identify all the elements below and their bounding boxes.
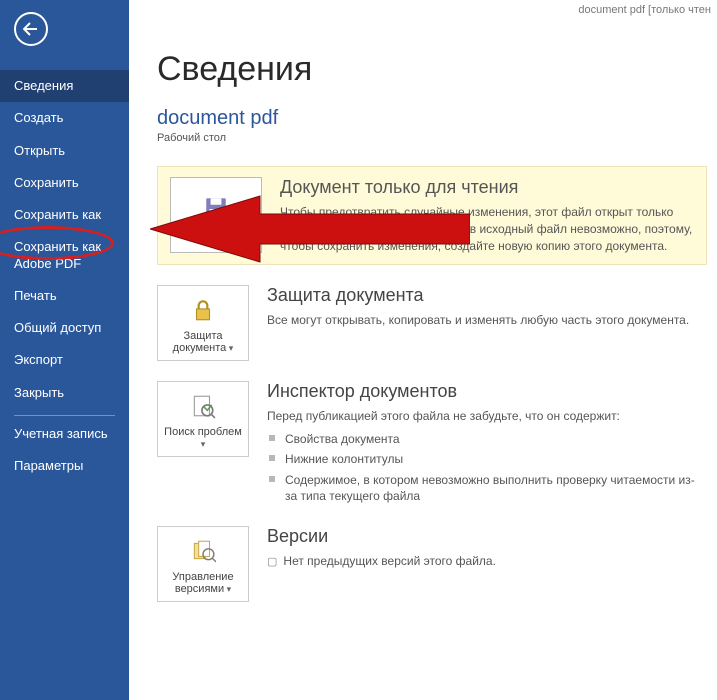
info-content: Сведения document pdf Рабочий стол Сохра… bbox=[129, 0, 717, 700]
inspect-item: Нижние колонтитулы bbox=[267, 449, 703, 469]
sidebar-item-account[interactable]: Учетная запись bbox=[0, 418, 129, 450]
protect-document-tile[interactable]: Защита документа bbox=[157, 285, 249, 361]
inspect-tile[interactable]: Поиск проблем bbox=[157, 381, 249, 457]
document-title: document pdf bbox=[157, 107, 707, 130]
doc-small-icon: ▢ bbox=[267, 556, 277, 568]
readonly-body: Чтобы предотвратить случайные изменения,… bbox=[280, 204, 694, 254]
inspect-item: Свойства документа bbox=[267, 429, 703, 449]
inspect-heading: Инспектор документов bbox=[267, 381, 703, 402]
sidebar-item-info[interactable]: Сведения bbox=[0, 70, 129, 102]
sidebar-item-save-as-adobe-pdf[interactable]: Сохранить как Adobe PDF bbox=[0, 231, 129, 280]
sidebar-item-close[interactable]: Закрыть bbox=[0, 377, 129, 409]
readonly-banner: Сохранить как Документ только для чтения… bbox=[157, 166, 707, 265]
readonly-heading: Документ только для чтения bbox=[280, 177, 694, 198]
sidebar-item-save-as[interactable]: Сохранить как bbox=[0, 199, 129, 231]
versions-tile-label: Управление версиями bbox=[162, 571, 244, 595]
versions-section: Управление версиями Версии ▢Нет предыдущ… bbox=[157, 526, 707, 602]
versions-heading: Версии bbox=[267, 526, 703, 547]
document-location: Рабочий стол bbox=[157, 132, 707, 144]
sidebar-item-new[interactable]: Создать bbox=[0, 102, 129, 134]
arrow-left-icon bbox=[23, 21, 39, 37]
sidebar-item-export[interactable]: Экспорт bbox=[0, 344, 129, 376]
inspect-tile-label: Поиск проблем bbox=[162, 426, 244, 450]
save-as-tile[interactable]: Сохранить как bbox=[170, 177, 262, 253]
backstage-sidebar: Сведения Создать Открыть Сохранить Сохра… bbox=[0, 0, 129, 700]
versions-body: ▢Нет предыдущих версий этого файла. bbox=[267, 553, 703, 570]
page-title: Сведения bbox=[157, 50, 707, 89]
protect-section: Защита документа Защита документа Все мо… bbox=[157, 285, 707, 361]
back-button[interactable] bbox=[14, 12, 48, 46]
sidebar-item-open[interactable]: Открыть bbox=[0, 135, 129, 167]
disk-icon bbox=[200, 192, 232, 224]
versions-tile[interactable]: Управление версиями bbox=[157, 526, 249, 602]
save-as-tile-label: Сохранить как bbox=[179, 228, 253, 240]
inspect-item: Содержимое, в котором невозможно выполни… bbox=[267, 470, 703, 506]
inspect-icon bbox=[187, 390, 219, 422]
lock-icon bbox=[187, 294, 219, 326]
inspect-lead: Перед публикацией этого файла не забудьт… bbox=[267, 408, 703, 425]
sidebar-item-save[interactable]: Сохранить bbox=[0, 167, 129, 199]
sidebar-separator bbox=[14, 415, 115, 416]
sidebar-item-print[interactable]: Печать bbox=[0, 280, 129, 312]
inspect-list: Свойства документа Нижние колонтитулы Со… bbox=[267, 429, 703, 506]
protect-body: Все могут открывать, копировать и изменя… bbox=[267, 312, 703, 329]
protect-document-tile-label: Защита документа bbox=[162, 330, 244, 354]
versions-icon bbox=[187, 535, 219, 567]
inspect-section: Поиск проблем Инспектор документов Перед… bbox=[157, 381, 707, 506]
sidebar-item-share[interactable]: Общий доступ bbox=[0, 312, 129, 344]
protect-heading: Защита документа bbox=[267, 285, 703, 306]
sidebar-item-options[interactable]: Параметры bbox=[0, 450, 129, 482]
